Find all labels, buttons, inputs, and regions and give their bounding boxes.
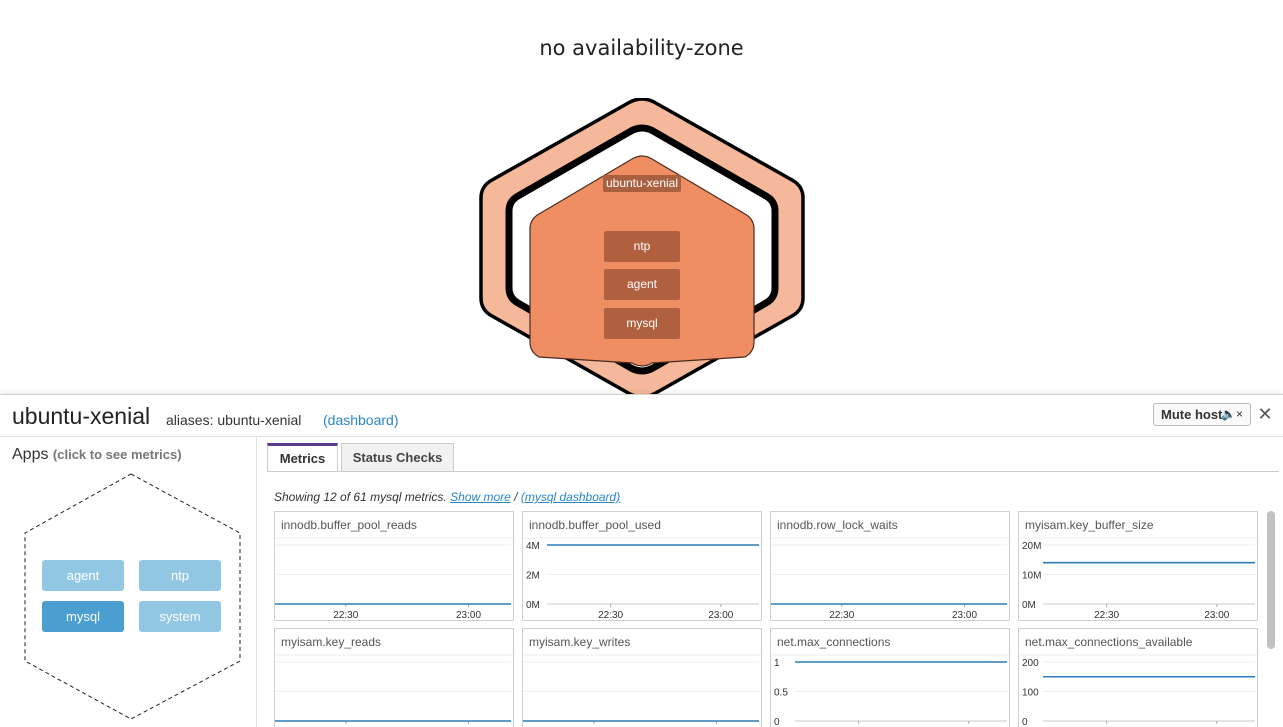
app-pill-ntp[interactable]: ntp: [139, 560, 221, 591]
apps-hint: (click to see metrics): [52, 447, 182, 462]
y-tick-label: 100: [1022, 688, 1039, 699]
map-app-ntp[interactable]: ntp: [604, 231, 680, 262]
mute-host-label: Mute host: [1161, 407, 1223, 422]
tab-divider: [267, 471, 1279, 472]
app-pill-mysql[interactable]: mysql: [42, 601, 124, 632]
mute-host-button[interactable]: Mute host 🔈×: [1153, 403, 1251, 426]
scrollbar-thumb[interactable]: [1267, 511, 1275, 649]
metric-graph-title: myisam.key_buffer_size: [1025, 518, 1154, 532]
x-tick-label: 23:00: [708, 610, 733, 621]
show-more-link[interactable]: Show more: [450, 490, 511, 504]
zone-title: no availability-zone: [539, 36, 744, 60]
metrics-column: Metrics Status Checks Showing 12 of 61 m…: [258, 437, 1283, 727]
y-tick-label: 10M: [1022, 571, 1041, 582]
metrics-summary: Showing 12 of 61 mysql metrics. Show mor…: [274, 490, 620, 504]
metric-graph-title: myisam.key_writes: [529, 635, 631, 649]
metric-graph[interactable]: 22:30 23:00 innodb.row_lock_waits: [770, 511, 1010, 621]
map-app-agent[interactable]: agent: [604, 269, 680, 300]
metric-graph-title: myisam.key_reads: [281, 635, 382, 649]
tab-metrics[interactable]: Metrics: [267, 443, 338, 472]
metric-graph-title: net.max_connections_available: [1025, 635, 1193, 649]
y-tick-label: 4M: [526, 541, 540, 552]
panel-header: ubuntu-xenial aliases: ubuntu-xenial (da…: [0, 395, 1283, 437]
mysql-dashboard-link[interactable]: (mysql dashboard): [521, 490, 620, 504]
apps-heading: Apps (click to see metrics): [12, 446, 182, 464]
metric-graph[interactable]: 22:30 23:00 innodb.buffer_pool_reads: [274, 511, 514, 621]
y-tick-label: 0.5: [774, 688, 788, 699]
host-map-page: no availability-zone ubuntu-xenial ntp a…: [0, 0, 1283, 727]
metric-graph[interactable]: 200 100 0 net.max_connections_available: [1018, 628, 1258, 727]
x-tick-label: 22:30: [598, 610, 623, 621]
app-pill-system[interactable]: system: [139, 601, 221, 632]
y-tick-label: 2M: [526, 571, 540, 582]
y-tick-label: 20M: [1022, 541, 1041, 552]
host-label[interactable]: ubuntu-xenial: [603, 175, 681, 192]
app-pill-agent[interactable]: agent: [42, 560, 124, 591]
metric-graph[interactable]: 4M 2M 0M 22:30 23:00 innodb.buffer_pool_used: [522, 511, 762, 621]
y-tick-label: 0: [1022, 717, 1028, 727]
apps-title: Apps: [12, 446, 49, 463]
metric-graph-title: innodb.row_lock_waits: [777, 518, 898, 532]
y-tick-label: 0M: [526, 600, 540, 611]
metric-graph[interactable]: 1 0.5 0 net.max_connections: [770, 628, 1010, 727]
y-tick-label: 200: [1022, 658, 1039, 669]
metric-graph-title: innodb.buffer_pool_used: [529, 518, 661, 532]
metric-graph-title: innodb.buffer_pool_reads: [281, 518, 417, 532]
showing-text: Showing 12 of 61 mysql metrics.: [274, 490, 447, 504]
x-tick-label: 22:30: [1094, 610, 1119, 621]
x-tick-label: 22:30: [829, 610, 854, 621]
metric-graph[interactable]: myisam.key_writes: [522, 628, 762, 727]
x-tick-label: 22:30: [333, 610, 358, 621]
host-aliases: aliases: ubuntu-xenial: [166, 412, 302, 428]
host-details-panel: ubuntu-xenial aliases: ubuntu-xenial (da…: [0, 394, 1283, 727]
x-tick-label: 23:00: [952, 610, 977, 621]
x-tick-label: 23:00: [1204, 610, 1229, 621]
x-tick-label: 23:00: [456, 610, 481, 621]
y-tick-label: 1: [774, 658, 780, 669]
close-icon[interactable]: ✕: [1257, 405, 1273, 423]
link-separator: /: [514, 490, 518, 504]
metric-graph[interactable]: 20M 10M 0M 22:30 23:00 myisam.key_buffer_size: [1018, 511, 1258, 621]
y-tick-label: 0M: [1022, 600, 1036, 611]
y-tick-label: 0: [774, 717, 780, 727]
panel-scrollbar[interactable]: [1266, 511, 1276, 723]
dashboard-link[interactable]: (dashboard): [323, 412, 399, 428]
map-app-mysql[interactable]: mysql: [604, 308, 680, 339]
metric-graph-title: net.max_connections: [777, 635, 891, 649]
speaker-muted-icon: 🔈×: [1221, 407, 1243, 421]
apps-column: Apps (click to see metrics) agent ntp my…: [0, 437, 257, 727]
metric-graph[interactable]: myisam.key_reads: [274, 628, 514, 727]
host-name: ubuntu-xenial: [12, 403, 151, 429]
tab-status-checks[interactable]: Status Checks: [341, 443, 454, 472]
apps-dashed-hexagon: [24, 473, 241, 720]
